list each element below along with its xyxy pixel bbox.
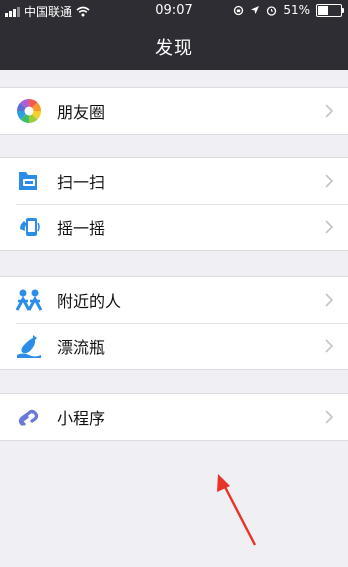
mini-program-icon — [15, 403, 43, 431]
battery-percent: 51% — [283, 3, 310, 17]
group-moments: 朋友圈 — [0, 87, 348, 135]
people-nearby-icon — [15, 286, 43, 314]
orientation-lock-icon — [234, 5, 244, 15]
menu-item-mini-program[interactable]: 小程序 — [0, 394, 348, 440]
chevron-right-icon — [325, 410, 334, 424]
chevron-right-icon — [325, 293, 334, 307]
shake-icon — [15, 213, 43, 241]
page-title: 发现 — [155, 38, 193, 59]
alarm-icon — [267, 5, 277, 16]
location-icon — [251, 6, 260, 14]
chevron-right-icon — [325, 220, 334, 234]
group-nearby-bottle: 附近的人 漂流瓶 — [0, 276, 348, 370]
menu-item-people-nearby[interactable]: 附近的人 — [0, 277, 348, 323]
scan-icon — [15, 167, 43, 195]
menu-item-label: 漂流瓶 — [57, 338, 106, 357]
status-bar: 中国联通 09:07 51% — [0, 0, 348, 22]
chevron-right-icon — [325, 174, 334, 188]
top-bar: 中国联通 09:07 51% 发现 — [0, 0, 348, 70]
menu-item-shake[interactable]: 摇一摇 — [0, 204, 348, 250]
menu-item-drift-bottle[interactable]: 漂流瓶 — [0, 323, 348, 369]
drift-bottle-icon — [15, 332, 43, 360]
menu-item-moments[interactable]: 朋友圈 — [0, 88, 348, 134]
chevron-right-icon — [325, 339, 334, 353]
group-mini-program: 小程序 — [0, 393, 348, 441]
menu-item-label: 扫一扫 — [57, 173, 106, 192]
menu-item-label: 小程序 — [57, 409, 106, 428]
battery-icon — [316, 3, 344, 17]
menu-item-scan[interactable]: 扫一扫 — [0, 158, 348, 204]
menu-item-label: 摇一摇 — [57, 219, 106, 238]
menu-item-label: 附近的人 — [57, 292, 122, 311]
group-scan-shake: 扫一扫 摇一摇 — [0, 157, 348, 251]
chevron-right-icon — [325, 104, 334, 118]
moments-icon — [15, 97, 43, 125]
menu-item-label: 朋友圈 — [57, 103, 106, 122]
